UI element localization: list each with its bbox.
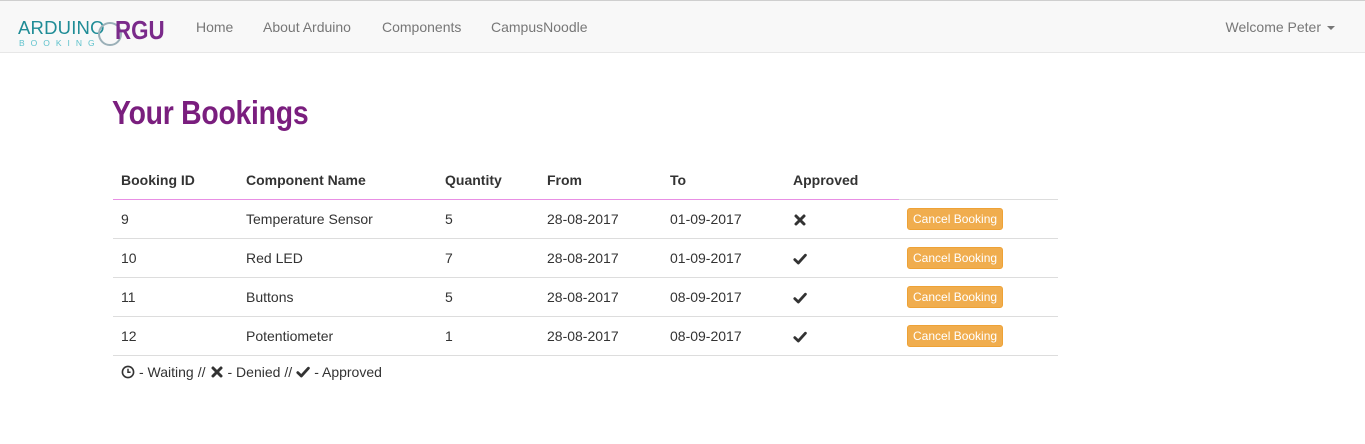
legend-waiting-label: - Waiting bbox=[139, 364, 194, 380]
approved-icon bbox=[793, 253, 807, 265]
cell-to: 08-09-2017 bbox=[662, 277, 785, 317]
cell-booking-id: 10 bbox=[113, 238, 238, 278]
cell-actions: Cancel Booking bbox=[899, 238, 1058, 278]
denied-icon bbox=[794, 214, 806, 226]
header-to: To bbox=[662, 161, 785, 200]
navbar: ARDUINO BOOKING RGU Home About Arduino C… bbox=[0, 0, 1365, 53]
cell-component-name: Red LED bbox=[238, 238, 437, 278]
cell-approved bbox=[785, 316, 899, 356]
legend-denied-label: - Denied bbox=[227, 364, 281, 380]
user-menu-dropdown[interactable]: Welcome Peter bbox=[1226, 19, 1335, 35]
cell-from: 28-08-2017 bbox=[539, 199, 662, 239]
brand-booking-text: BOOKING bbox=[19, 38, 101, 48]
caret-down-icon bbox=[1327, 26, 1335, 31]
cell-actions: Cancel Booking bbox=[899, 316, 1058, 356]
brand-arduino-text: ARDUINO bbox=[18, 17, 105, 38]
cell-component-name: Buttons bbox=[238, 277, 437, 317]
nav-components[interactable]: Components bbox=[382, 19, 461, 35]
cell-booking-id: 12 bbox=[113, 316, 238, 356]
approved-icon bbox=[793, 331, 807, 343]
nav-about-arduino[interactable]: About Arduino bbox=[263, 19, 351, 35]
cancel-booking-button[interactable]: Cancel Booking bbox=[907, 207, 1004, 230]
header-quantity: Quantity bbox=[437, 161, 539, 200]
cell-quantity: 7 bbox=[437, 238, 539, 278]
legend-separator: // bbox=[284, 364, 293, 380]
nav-campusnoodle[interactable]: CampusNoodle bbox=[491, 19, 588, 35]
table-header-row: Booking ID Component Name Quantity From … bbox=[113, 161, 1058, 200]
cell-quantity: 1 bbox=[437, 316, 539, 356]
cancel-booking-button[interactable]: Cancel Booking bbox=[907, 246, 1004, 269]
brand-logo[interactable]: ARDUINO BOOKING RGU bbox=[18, 11, 168, 48]
table-row: 11 Buttons 5 28-08-2017 08-09-2017 Cancel Boo… bbox=[113, 277, 1058, 317]
cell-to: 01-09-2017 bbox=[662, 238, 785, 278]
cell-booking-id: 9 bbox=[113, 199, 238, 239]
table-row: 12 Potentiometer 1 28-08-2017 08-09-2017 Canc… bbox=[113, 316, 1058, 356]
cell-component-name: Temperature Sensor bbox=[238, 199, 437, 239]
header-from: From bbox=[539, 161, 662, 200]
cell-approved bbox=[785, 199, 899, 239]
table-row: 10 Red LED 7 28-08-2017 01-09-2017 Cancel Boo… bbox=[113, 238, 1058, 278]
cell-quantity: 5 bbox=[437, 277, 539, 317]
denied-icon bbox=[211, 366, 222, 378]
header-booking-id: Booking ID bbox=[113, 161, 238, 200]
legend-approved-label: - Approved bbox=[314, 364, 382, 380]
brand-rgu-text: RGU bbox=[115, 15, 165, 45]
cell-to: 01-09-2017 bbox=[662, 199, 785, 239]
cell-from: 28-08-2017 bbox=[539, 316, 662, 356]
clock-icon bbox=[121, 365, 135, 379]
user-menu-label: Welcome Peter bbox=[1225, 19, 1321, 35]
cell-approved bbox=[785, 238, 899, 278]
approved-icon bbox=[296, 366, 311, 378]
cell-booking-id: 11 bbox=[113, 277, 238, 317]
cell-from: 28-08-2017 bbox=[539, 277, 662, 317]
header-actions bbox=[899, 161, 1058, 200]
nav-home[interactable]: Home bbox=[196, 19, 233, 35]
approved-icon bbox=[793, 292, 807, 304]
cancel-booking-button[interactable]: Cancel Booking bbox=[907, 285, 1004, 308]
cell-quantity: 5 bbox=[437, 199, 539, 239]
legend-separator: // bbox=[197, 364, 206, 380]
header-approved: Approved bbox=[785, 161, 899, 200]
header-component-name: Component Name bbox=[238, 161, 437, 200]
cell-from: 28-08-2017 bbox=[539, 238, 662, 278]
cell-to: 08-09-2017 bbox=[662, 316, 785, 356]
cell-actions: Cancel Booking bbox=[899, 199, 1058, 239]
cell-component-name: Potentiometer bbox=[238, 316, 437, 356]
bookings-table: Booking ID Component Name Quantity From … bbox=[113, 161, 1058, 356]
table-row: 9 Temperature Sensor 5 28-08-2017 01-09-2017… bbox=[113, 199, 1058, 239]
status-legend: - Waiting // - Denied // - Approved bbox=[121, 364, 382, 380]
cell-approved bbox=[785, 277, 899, 317]
page-title: Your Bookings bbox=[112, 94, 309, 131]
cancel-booking-button[interactable]: Cancel Booking bbox=[907, 324, 1004, 347]
cell-actions: Cancel Booking bbox=[899, 277, 1058, 317]
